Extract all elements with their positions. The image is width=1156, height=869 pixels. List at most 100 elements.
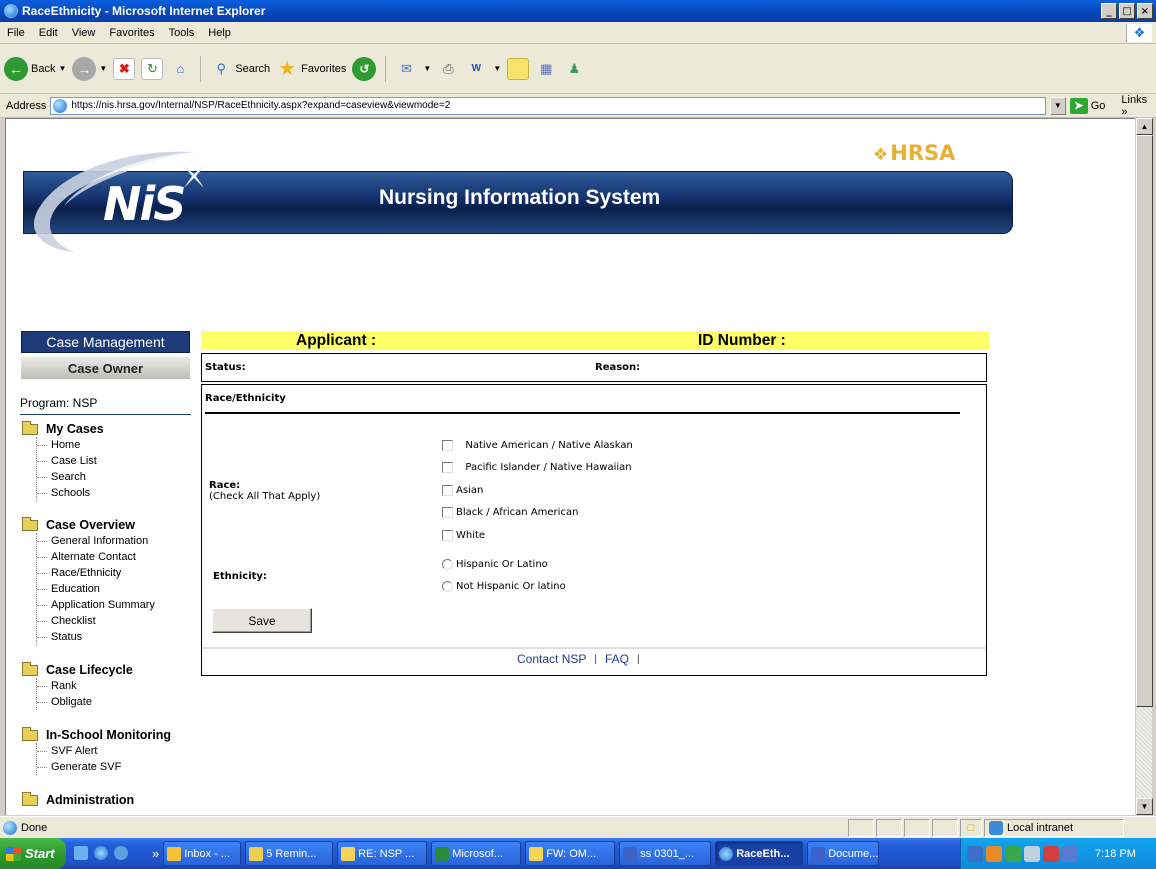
- radio-button[interactable]: [442, 559, 453, 570]
- radio-button[interactable]: [442, 581, 453, 592]
- favorites-button[interactable]: ★ Favorites: [276, 58, 346, 80]
- sidebar-item-home[interactable]: Home: [37, 437, 104, 453]
- checkbox[interactable]: [442, 530, 453, 541]
- address-url[interactable]: https://nis.hrsa.gov/Internal/NSP/RaceEt…: [71, 100, 450, 111]
- windows-logo-icon: ❖: [1126, 24, 1152, 42]
- section-title[interactable]: In-School Monitoring: [46, 728, 171, 742]
- sidebar-item-race-ethnicity[interactable]: Race/Ethnicity: [37, 565, 155, 581]
- menu-edit[interactable]: Edit: [32, 27, 65, 39]
- links-button[interactable]: Links »: [1121, 94, 1156, 118]
- task-ss-0301[interactable]: ss 0301_...: [619, 841, 712, 866]
- section-title[interactable]: Case Overview: [46, 518, 135, 532]
- ethnicity-option-not-hispanic[interactable]: Not Hispanic Or latino: [442, 581, 566, 592]
- sidebar-item-application-summary[interactable]: Application Summary: [37, 597, 155, 613]
- go-button[interactable]: ➤ Go: [1069, 97, 1105, 114]
- section-title[interactable]: Case Lifecycle: [46, 663, 133, 677]
- task-race-ethnicity[interactable]: RaceEth...: [715, 841, 804, 866]
- scroll-down-icon[interactable]: ▼: [1136, 798, 1153, 815]
- task-fw-om[interactable]: FW: OM...: [525, 841, 616, 866]
- race-option-black[interactable]: Black / African American: [442, 507, 578, 518]
- sidebar-item-case-list[interactable]: Case List: [37, 453, 104, 469]
- tray-icon[interactable]: [1062, 845, 1078, 862]
- print-icon[interactable]: ⎙: [437, 58, 459, 80]
- history-icon[interactable]: ↺: [352, 56, 377, 81]
- refresh-icon[interactable]: ↻: [141, 57, 164, 80]
- race-option-asian[interactable]: Asian: [442, 485, 483, 496]
- sidebar-item-status[interactable]: Status: [37, 629, 155, 645]
- scroll-up-icon[interactable]: ▲: [1136, 118, 1153, 135]
- checkbox[interactable]: [442, 440, 453, 451]
- stop-icon[interactable]: ✖: [113, 57, 136, 80]
- mail-dropdown-icon[interactable]: ▼: [423, 64, 431, 73]
- sidebar-item-checklist[interactable]: Checklist: [37, 613, 155, 629]
- sidebar-item-education[interactable]: Education: [37, 581, 155, 597]
- vertical-scrollbar[interactable]: ▲ ▼: [1135, 118, 1153, 815]
- scroll-thumb[interactable]: [1136, 135, 1153, 707]
- messenger-icon[interactable]: ♟: [563, 58, 585, 80]
- edit-dropdown-icon[interactable]: ▼: [493, 64, 501, 73]
- checkbox[interactable]: [442, 462, 453, 473]
- task-document[interactable]: Docume...: [807, 841, 880, 866]
- start-button[interactable]: Start: [0, 838, 66, 869]
- task-microsoft-excel[interactable]: Microsof...: [431, 841, 522, 866]
- banner-title: Nursing Information System: [379, 186, 661, 209]
- back-dropdown-icon[interactable]: ▼: [58, 64, 66, 73]
- forward-dropdown-icon[interactable]: ▼: [99, 64, 107, 73]
- race-option-white[interactable]: White: [442, 530, 485, 541]
- address-input[interactable]: https://nis.hrsa.gov/Internal/NSP/RaceEt…: [50, 96, 1046, 115]
- ie-quicklaunch-icon[interactable]: [94, 846, 108, 860]
- mail-icon[interactable]: ✉: [395, 58, 417, 80]
- tray-icon[interactable]: [1024, 845, 1040, 862]
- sidebar-item-svf-alert[interactable]: SVF Alert: [37, 743, 171, 759]
- clock[interactable]: 7:18 PM: [1095, 848, 1136, 860]
- edit-word-icon[interactable]: W: [465, 58, 487, 80]
- back-button[interactable]: ← Back ▼: [4, 56, 66, 81]
- checkbox[interactable]: [442, 507, 453, 518]
- task-reminders[interactable]: 5 Remin...: [245, 841, 334, 866]
- menu-file[interactable]: File: [0, 27, 32, 39]
- race-option-pacific-islander[interactable]: Pacific Islander / Native Hawaiian: [442, 462, 632, 473]
- tray-icon[interactable]: [967, 845, 983, 862]
- sidebar-item-search[interactable]: Search: [37, 469, 104, 485]
- sidebar-item-obligate[interactable]: Obligate: [37, 694, 133, 710]
- minimize-button[interactable]: _: [1101, 3, 1117, 19]
- address-dropdown-icon[interactable]: ▼: [1049, 96, 1066, 115]
- option-label: White: [456, 530, 486, 541]
- menu-favorites[interactable]: Favorites: [102, 27, 161, 39]
- ie-window-icon[interactable]: [4, 4, 18, 18]
- task-inbox[interactable]: Inbox - ...: [163, 841, 242, 866]
- quicklaunch-chevron[interactable]: »: [152, 846, 159, 861]
- sidebar-item-general-information[interactable]: General Information: [37, 533, 155, 549]
- menu-tools[interactable]: Tools: [162, 27, 202, 39]
- ethnicity-option-hispanic[interactable]: Hispanic Or Latino: [442, 559, 548, 570]
- menu-help[interactable]: Help: [201, 27, 238, 39]
- menu-view[interactable]: View: [65, 27, 103, 39]
- section-title[interactable]: Administration: [46, 793, 134, 807]
- desktop-icon[interactable]: [74, 846, 88, 860]
- tray-icon[interactable]: [986, 845, 1002, 862]
- messenger-quicklaunch-icon[interactable]: [114, 846, 128, 860]
- search-button[interactable]: ⚲ Search: [210, 58, 271, 80]
- tray-icon[interactable]: [1005, 845, 1021, 862]
- window-titlebar[interactable]: RaceEthnicity - Microsoft Internet Explo…: [0, 0, 1156, 22]
- sidebar-item-rank[interactable]: Rank: [37, 678, 133, 694]
- save-button[interactable]: Save: [212, 608, 312, 633]
- case-owner-button[interactable]: Case Owner: [21, 357, 190, 379]
- race-option-native-american[interactable]: Native American / Native Alaskan: [442, 440, 633, 451]
- research-icon[interactable]: ▦: [535, 58, 557, 80]
- sidebar-item-generate-svf[interactable]: Generate SVF: [37, 759, 171, 775]
- forward-button[interactable]: → ▼: [72, 56, 107, 81]
- section-title[interactable]: My Cases: [46, 422, 104, 436]
- sidebar-item-schools[interactable]: Schools: [37, 485, 104, 501]
- tray-icon[interactable]: [1043, 845, 1059, 862]
- close-button[interactable]: ×: [1137, 3, 1153, 19]
- discuss-notes-icon[interactable]: [507, 57, 530, 80]
- faq-link[interactable]: FAQ: [605, 652, 629, 666]
- task-label: ss 0301_...: [640, 847, 695, 860]
- home-icon[interactable]: ⌂: [169, 58, 191, 80]
- sidebar-item-alternate-contact[interactable]: Alternate Contact: [37, 549, 155, 565]
- checkbox[interactable]: [442, 485, 453, 496]
- maximize-button[interactable]: □: [1119, 3, 1135, 19]
- contact-nsp-link[interactable]: Contact NSP: [517, 652, 586, 666]
- task-re-nsp[interactable]: RE: NSP ...: [337, 841, 428, 866]
